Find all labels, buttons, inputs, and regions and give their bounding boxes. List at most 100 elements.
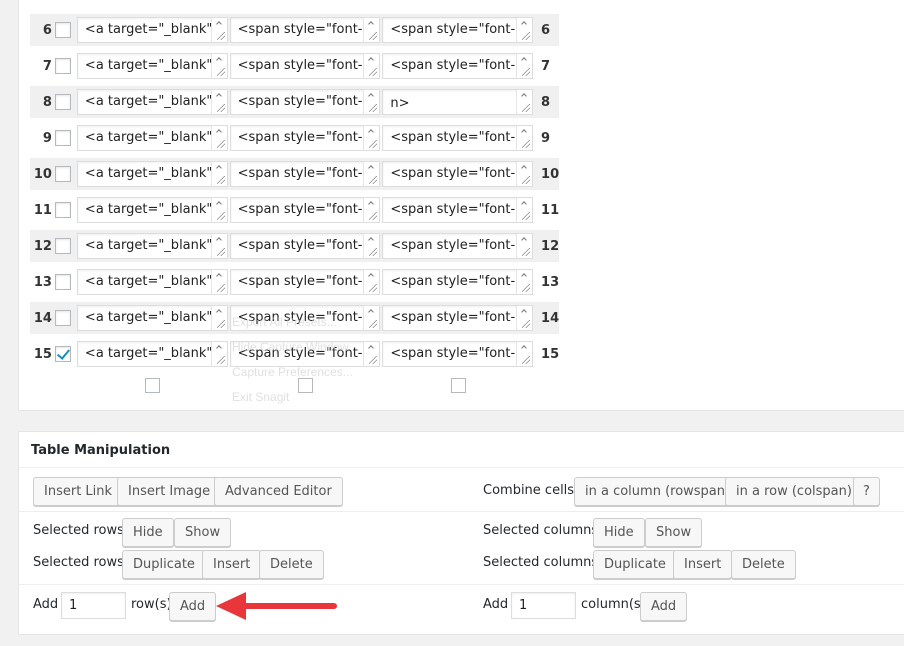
add-columns-count-input[interactable]: 1 [511, 592, 576, 619]
table-cell-input[interactable]: <a target="_blank" [76, 53, 228, 79]
table-cell-input[interactable]: <a target="_blank" [76, 17, 228, 43]
table-cell-input[interactable]: <span style="font- [229, 233, 381, 259]
ghost-menu-item: Export All Presets... [232, 315, 337, 329]
table-cell-input[interactable]: <a target="_blank" [76, 269, 228, 295]
resize-grip-icon[interactable] [363, 18, 380, 42]
cell-text: <span style="font- [237, 202, 363, 217]
table-cell-input[interactable]: <span style="font- [382, 269, 534, 295]
resize-grip-icon[interactable] [516, 270, 533, 294]
row-checkbox[interactable] [54, 346, 71, 362]
row-checkbox[interactable] [54, 130, 71, 146]
row-checkbox[interactable] [54, 238, 71, 254]
duplicate-rows-button[interactable]: Duplicate [122, 550, 206, 579]
row-checkbox[interactable] [54, 166, 71, 182]
selected-columns-label: Selected columns: [483, 555, 603, 570]
row-number: 7 [42, 58, 52, 74]
resize-grip-icon[interactable] [516, 306, 533, 330]
help-button[interactable]: ? [853, 477, 880, 506]
insert-rows-button[interactable]: Insert [202, 550, 262, 579]
hide-rows-button[interactable]: Hide [122, 518, 174, 547]
advanced-editor-button[interactable]: Advanced Editor [214, 477, 343, 506]
add-rows-count-input[interactable]: 1 [61, 592, 126, 619]
table-cell-input[interactable]: <span style="font- [382, 17, 534, 43]
cell-text: <span style="font- [390, 58, 516, 73]
row-checkbox[interactable] [54, 22, 71, 38]
table-cell-input[interactable]: <span style="font- [229, 269, 381, 295]
table-row: 10 <a target="_blank" <span style="font- <s… [30, 158, 559, 190]
show-columns-button[interactable]: Show [645, 518, 703, 547]
resize-grip-icon[interactable] [210, 18, 227, 42]
row-checkbox[interactable] [54, 58, 71, 74]
delete-columns-button[interactable]: Delete [731, 550, 796, 579]
resize-grip-icon[interactable] [363, 234, 380, 258]
resize-grip-icon[interactable] [516, 234, 533, 258]
table-cell-input[interactable]: <span style="font- [382, 161, 534, 187]
resize-grip-icon[interactable] [516, 126, 533, 150]
table-cell-input[interactable]: <a target="_blank" [76, 89, 228, 115]
delete-rows-button[interactable]: Delete [259, 550, 324, 579]
resize-grip-icon[interactable] [516, 90, 533, 114]
column-checkbox-c[interactable] [451, 378, 466, 393]
hide-columns-button[interactable]: Hide [593, 518, 645, 547]
column-checkbox-a[interactable] [145, 378, 160, 393]
resize-grip-icon[interactable] [210, 270, 227, 294]
row-checkbox[interactable] [54, 274, 71, 290]
resize-grip-icon[interactable] [210, 126, 227, 150]
resize-grip-icon[interactable] [210, 54, 227, 78]
resize-grip-icon[interactable] [210, 162, 227, 186]
table-cell-input[interactable]: n> [382, 89, 534, 115]
add-rows-button[interactable]: Add [169, 592, 217, 621]
resize-grip-icon[interactable] [363, 54, 380, 78]
combine-colspan-button[interactable]: in a row (colspan) [725, 477, 863, 506]
resize-grip-icon[interactable] [363, 162, 380, 186]
resize-grip-icon[interactable] [363, 90, 380, 114]
combine-rowspan-button[interactable]: in a column (rowspan) [574, 477, 742, 506]
duplicate-columns-button[interactable]: Duplicate [593, 550, 677, 579]
table-cell-input[interactable]: <a target="_blank" [76, 161, 228, 187]
table-cell-input[interactable]: <span style="font- [382, 233, 534, 259]
resize-grip-icon[interactable] [210, 234, 227, 258]
row-checkbox[interactable] [54, 310, 71, 326]
table-cell-input[interactable]: <span style="font- [229, 125, 381, 151]
cell-text: n> [390, 96, 410, 111]
cell-text: <span style="font- [390, 238, 516, 253]
table-cell-input[interactable]: <a target="_blank" [76, 197, 228, 223]
row-checkbox[interactable] [54, 94, 71, 110]
insert-image-button[interactable]: Insert Image [117, 477, 222, 506]
table-cell-input[interactable]: <span style="font- [382, 197, 534, 223]
table-cell-input[interactable]: <span style="font- [229, 197, 381, 223]
ghost-context-menu: Export All Presets... Hide Capture Windo… [210, 310, 405, 410]
resize-grip-icon[interactable] [516, 342, 533, 366]
columns-suffix-label: column(s) [581, 597, 646, 612]
table-cell-input[interactable]: <span style="font- [229, 17, 381, 43]
row-checkbox[interactable] [54, 202, 71, 218]
table-cell-input[interactable]: <span style="font- [382, 53, 534, 79]
resize-grip-icon[interactable] [363, 198, 380, 222]
selected-columns-label: Selected columns: [483, 523, 603, 538]
table-cell-input[interactable]: <span style="font- [229, 161, 381, 187]
cell-text: <a target="_blank" [84, 346, 213, 361]
cell-text: <span style="font- [390, 130, 516, 145]
table-cell-input[interactable]: <span style="font- [229, 89, 381, 115]
resize-grip-icon[interactable] [516, 54, 533, 78]
resize-grip-icon[interactable] [210, 90, 227, 114]
resize-grip-icon[interactable] [210, 198, 227, 222]
table-cell-input[interactable]: <a target="_blank" [76, 125, 228, 151]
ghost-menu-item: Exit Snagit [232, 390, 290, 404]
resize-grip-icon[interactable] [516, 162, 533, 186]
table-cell-input[interactable]: <span style="font- [382, 125, 534, 151]
resize-grip-icon[interactable] [516, 198, 533, 222]
resize-grip-icon[interactable] [363, 126, 380, 150]
insert-link-button[interactable]: Insert Link [33, 477, 124, 506]
row-number: 11 [33, 202, 52, 218]
table-cell-input[interactable]: <a target="_blank" [76, 341, 228, 367]
table-cell-input[interactable]: <span style="font- [229, 53, 381, 79]
show-rows-button[interactable]: Show [174, 518, 232, 547]
resize-grip-icon[interactable] [363, 270, 380, 294]
resize-grip-icon[interactable] [516, 18, 533, 42]
cell-text: <span style="font- [237, 58, 363, 73]
table-cell-input[interactable]: <a target="_blank" [76, 233, 228, 259]
table-cell-input[interactable]: <a target="_blank" [76, 305, 228, 331]
insert-columns-button[interactable]: Insert [673, 550, 733, 579]
add-columns-button[interactable]: Add [640, 592, 688, 621]
